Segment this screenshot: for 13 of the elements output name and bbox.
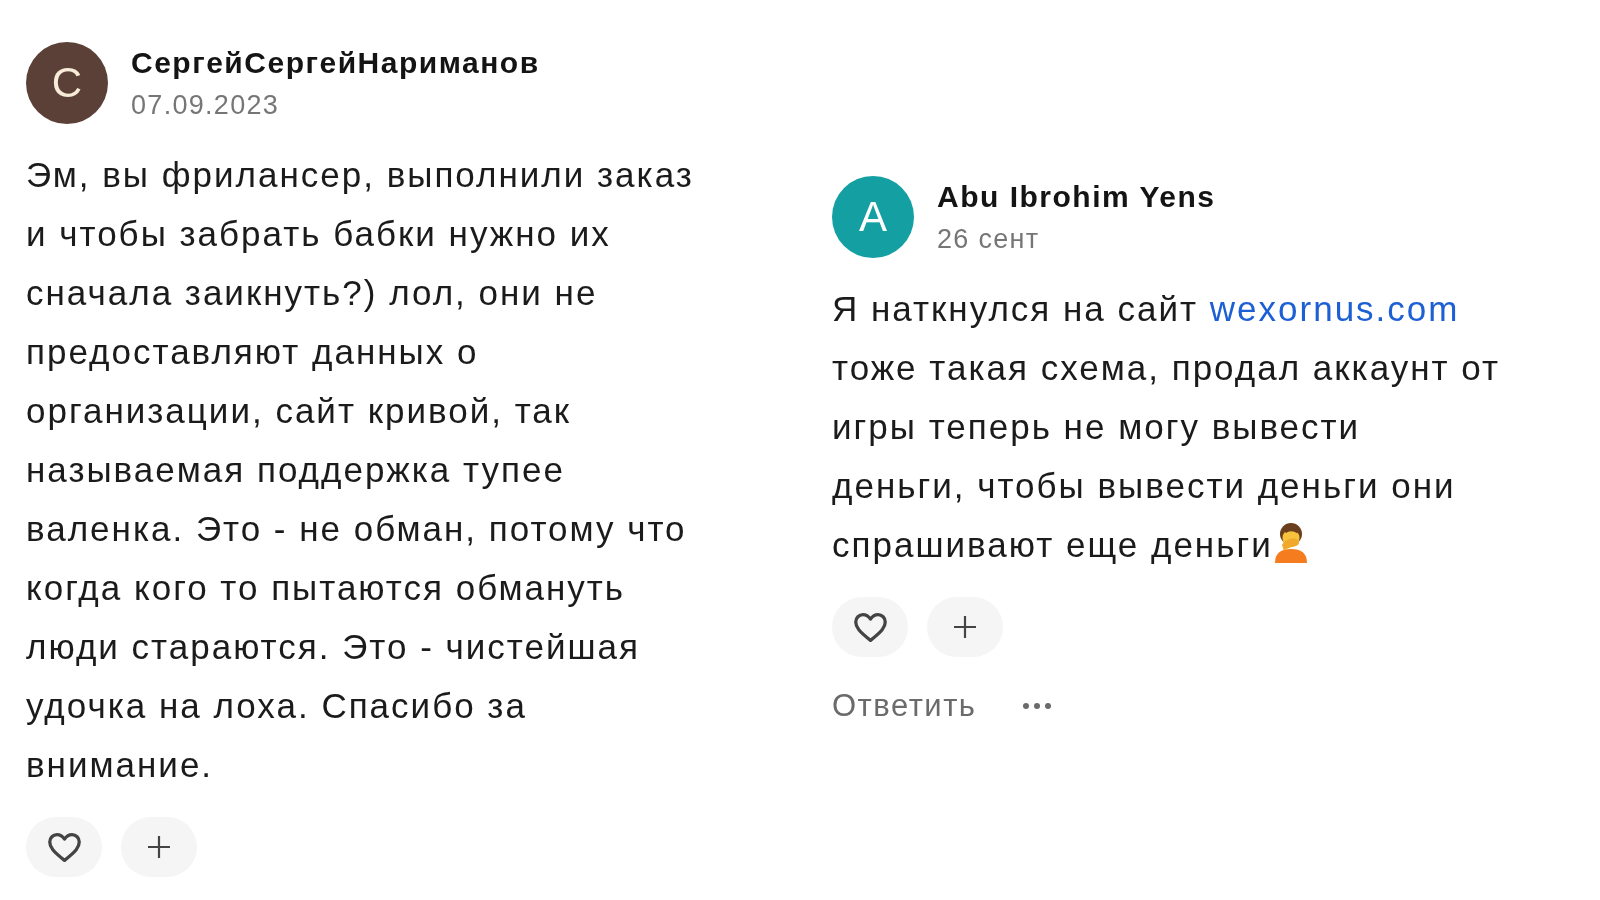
more-icon[interactable] — [1022, 703, 1051, 709]
author-name[interactable]: СергейСергейНариманов — [131, 43, 540, 83]
plus-icon — [954, 616, 976, 638]
facepalm-emoji-icon — [1272, 523, 1309, 563]
avatar[interactable]: С — [26, 42, 108, 124]
plus-icon — [148, 836, 170, 858]
comment-text: Я наткнулся на сайт wexornus.com тоже такая схема, продал аккаунт от игры теперь не могу вывести деньги, чтобы вывести деньги они спрашивают еще деньги — [832, 288, 1501, 566]
link[interactable]: wexornus.com — [1209, 289, 1460, 328]
reply-button[interactable]: Ответить — [832, 686, 977, 726]
comment-date: 26 сент — [937, 223, 1040, 256]
comment-text: Эм, вы фрилансер, выполнили заказ и чтобы забрать бабки нужно их сначала заикнуть?) лол, они не предоставляют данных о организации, сайт кривой, так называемая поддержка тупее валенка. Это - не обман, потому что когда кого то пытаются обмануть люди стараются. Это - чистейшая удочка на лоха. Спасибо за внимание. — [26, 154, 695, 786]
author-name[interactable]: Abu Ibrohim Yens — [937, 177, 1216, 217]
comment-date: 07.09.2023 — [131, 89, 280, 122]
